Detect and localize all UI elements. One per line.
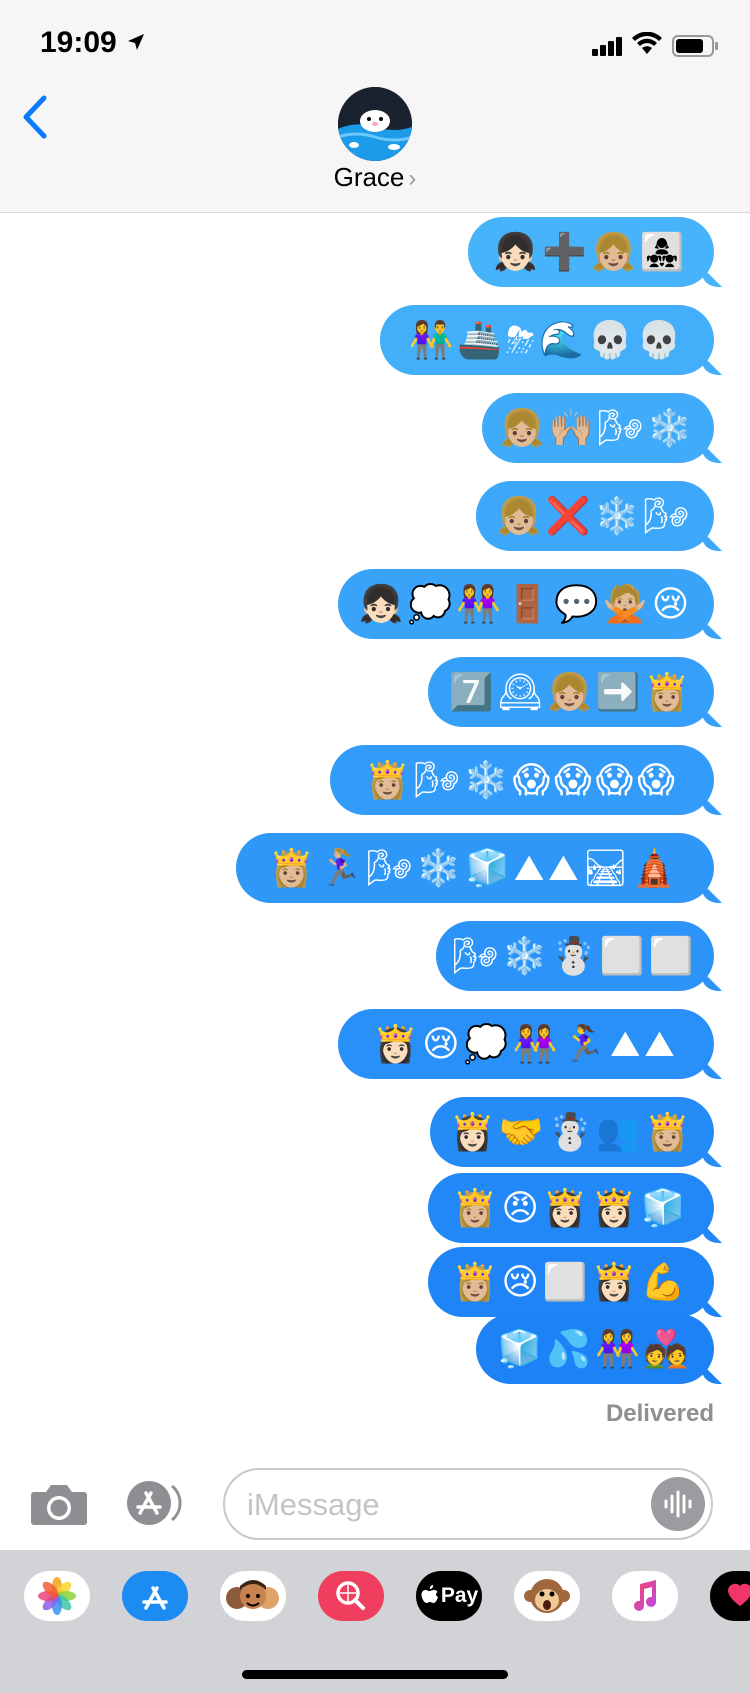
message-bubble[interactable]: 7️⃣🕰👧🏼➡️👸🏼 (428, 657, 714, 727)
home-indicator[interactable] (242, 1670, 508, 1679)
message-bubble[interactable]: 👸🏻🤝☃️👥👸🏼 (430, 1097, 714, 1167)
message-bubble[interactable]: 👫🚢⛈🌊💀💀 (380, 305, 714, 375)
message-bubble[interactable]: 🧊💦👭💑 (476, 1314, 714, 1384)
conversation-header: 19:09 Grace › (0, 0, 750, 213)
message-bubble[interactable]: 👸🏼😢⬜👸🏻💪 (428, 1247, 714, 1317)
audio-record-button[interactable] (651, 1477, 705, 1531)
contact-avatar[interactable] (338, 87, 412, 161)
message-input[interactable]: iMessage (223, 1468, 713, 1540)
delivery-status: Delivered (605, 1400, 714, 1427)
battery-icon (672, 35, 718, 57)
image-search-icon[interactable] (318, 1571, 384, 1621)
message-input-placeholder: iMessage (247, 1487, 380, 1522)
digital-touch-icon[interactable] (710, 1571, 750, 1621)
message-bubble[interactable]: 👧🏻➕👧🏼👩‍👧‍👧 (468, 217, 714, 287)
apple-logo-icon (421, 1585, 438, 1603)
waveform-icon (664, 1490, 692, 1518)
message-bubble[interactable]: 👧🏼🙌🏼🌬❄️ (482, 393, 714, 463)
contact-name-text: Grace (333, 162, 405, 192)
message-bubble[interactable]: 👸🏼😠👸🏻👸🏻🧊 (428, 1173, 714, 1243)
message-thread[interactable]: 👧🏻➕👧🏼👩‍👧‍👧 👫🚢⛈🌊💀💀 👧🏼🙌🏼🌬❄️ 👧🏼❌❄️🌬 👧🏻💭👭🚪💬🙅🏼😢 7️… (0, 213, 750, 1463)
apple-pay-label: Pay (440, 1584, 479, 1607)
contact-name[interactable]: Grace › (0, 162, 750, 193)
chevron-right-icon: › (408, 165, 417, 192)
apple-pay-icon[interactable]: Pay (416, 1571, 482, 1621)
music-icon[interactable] (612, 1571, 678, 1621)
message-bubble[interactable]: 🌬❄️☃️⬜⬜ (436, 921, 714, 991)
status-time: 19:09 (40, 26, 117, 59)
message-bubble[interactable]: 👧🏼❌❄️🌬 (476, 481, 714, 551)
message-bubble[interactable]: 👸🏻😢💭👭🏃‍♀️⛰⛰ (338, 1009, 714, 1079)
app-store-app-icon[interactable] (122, 1571, 188, 1621)
message-bubble[interactable]: 👸🏼🏃🏼‍♀️🌬❄️🧊⛰⛰🛤🛕 (236, 833, 714, 903)
message-bubble[interactable]: 👸🏼🌬❄️😱😱😱😱 (330, 745, 714, 815)
photos-app-icon[interactable] (24, 1571, 90, 1621)
animoji-icon[interactable] (514, 1571, 580, 1621)
message-bubble[interactable]: 👧🏻💭👭🚪💬🙅🏼😢 (338, 569, 714, 639)
wifi-icon (632, 32, 662, 54)
cellular-signal-icon (592, 37, 622, 56)
location-arrow-icon (128, 34, 144, 50)
camera-icon[interactable] (30, 1482, 88, 1526)
app-store-button-icon[interactable] (126, 1480, 192, 1526)
back-chevron-icon[interactable] (18, 92, 52, 142)
memoji-stickers-icon[interactable] (220, 1571, 286, 1621)
